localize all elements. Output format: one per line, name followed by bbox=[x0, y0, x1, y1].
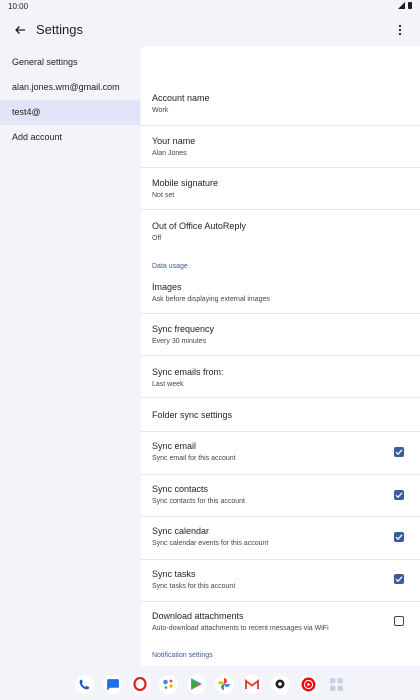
pref-title: Sync calendar bbox=[152, 526, 210, 536]
pref-title: Download attachments bbox=[152, 611, 244, 621]
assistant-app-icon[interactable] bbox=[158, 674, 178, 694]
photos-app-icon[interactable] bbox=[214, 674, 234, 694]
pref-title: Sync emails from: bbox=[152, 367, 224, 377]
nav-add-account[interactable]: Add account bbox=[0, 125, 140, 150]
pref-title: Mobile signature bbox=[152, 178, 219, 188]
more-vert-icon bbox=[398, 24, 402, 36]
pref-title: Folder sync settings bbox=[152, 410, 233, 420]
pref-title: Out of Office AutoReply bbox=[152, 221, 246, 231]
back-button[interactable] bbox=[8, 18, 32, 42]
check-icon bbox=[395, 492, 403, 499]
arrow-back-icon bbox=[15, 26, 25, 34]
pref-value: Alan Jones bbox=[152, 150, 187, 157]
pref-value: Sync tasks for this account bbox=[152, 583, 236, 590]
pref-value: Not set bbox=[152, 192, 175, 199]
nav-account-test4[interactable]: test4@ bbox=[0, 100, 140, 125]
dock bbox=[0, 668, 420, 700]
pref-value: Last week bbox=[152, 381, 184, 388]
youtube-music-app-icon[interactable] bbox=[298, 674, 318, 694]
messages-app-icon[interactable] bbox=[102, 674, 122, 694]
check-icon bbox=[395, 576, 403, 583]
section-notification-settings: Notification settings bbox=[152, 652, 213, 659]
pref-sync-frequency[interactable]: Sync frequency Every 30 minutes bbox=[141, 314, 420, 356]
sync-email-checkbox[interactable] bbox=[394, 447, 404, 457]
pref-sync-emails-from[interactable]: Sync emails from: Last week bbox=[141, 356, 420, 398]
sync-tasks-checkbox[interactable] bbox=[394, 574, 404, 584]
signal-icon bbox=[398, 2, 405, 9]
page-title: Settings bbox=[36, 22, 83, 37]
pref-title: Sync contacts bbox=[152, 484, 209, 494]
pref-sync-tasks[interactable]: Sync tasks Sync tasks for this account bbox=[141, 560, 420, 602]
phone-app-icon[interactable] bbox=[74, 674, 94, 694]
pref-sync-contacts[interactable]: Sync contacts Sync contacts for this acc… bbox=[141, 475, 420, 517]
pref-value: Sync email for this account bbox=[152, 455, 236, 462]
status-time: 10:00 bbox=[8, 2, 29, 11]
status-icons bbox=[398, 2, 412, 9]
pref-sync-email[interactable]: Sync email Sync email for this account bbox=[141, 432, 420, 475]
sync-contacts-checkbox[interactable] bbox=[394, 490, 404, 500]
pref-title: Sync tasks bbox=[152, 569, 196, 579]
pref-mobile-signature[interactable]: Mobile signature Not set bbox=[141, 168, 420, 210]
gmail-app-icon[interactable] bbox=[242, 674, 262, 694]
pref-title: Sync frequency bbox=[152, 324, 215, 334]
nav-general-settings[interactable]: General settings bbox=[0, 50, 140, 75]
pref-value: Ask before displaying external images bbox=[152, 296, 270, 303]
sync-calendar-checkbox[interactable] bbox=[394, 532, 404, 542]
section-data-usage: Data usage bbox=[152, 263, 188, 270]
pref-out-of-office[interactable]: Out of Office AutoReply Off bbox=[141, 210, 420, 252]
app-drawer-icon[interactable] bbox=[327, 675, 346, 694]
opera-app-icon[interactable] bbox=[130, 674, 150, 694]
account-nav: General settings alan.jones.wm@gmail.com… bbox=[0, 48, 140, 666]
pref-title: Images bbox=[152, 282, 182, 292]
pref-account-name[interactable]: Account name Work bbox=[141, 84, 420, 126]
pref-folder-sync[interactable]: Folder sync settings bbox=[141, 398, 420, 432]
status-bar: 10:00 bbox=[0, 0, 420, 14]
more-options-button[interactable] bbox=[388, 18, 412, 42]
pref-value: Sync calendar events for this account bbox=[152, 540, 269, 547]
pref-value: Work bbox=[152, 107, 169, 114]
pref-value: Every 30 minutes bbox=[152, 338, 207, 345]
pref-value: Off bbox=[152, 235, 162, 242]
play-store-app-icon[interactable] bbox=[186, 674, 206, 694]
account-settings-pane: Account name Work Your name Alan Jones M… bbox=[141, 46, 420, 666]
pref-title: Sync email bbox=[152, 441, 197, 451]
pref-value: Sync contacts for this account bbox=[152, 498, 245, 505]
pref-images[interactable]: Images Ask before displaying external im… bbox=[141, 273, 420, 314]
check-icon bbox=[395, 449, 403, 456]
pref-sync-calendar[interactable]: Sync calendar Sync calendar events for t… bbox=[141, 517, 420, 560]
pref-value: Auto-download attachments to recent mess… bbox=[152, 625, 329, 632]
pref-your-name[interactable]: Your name Alan Jones bbox=[141, 126, 420, 168]
pref-title: Account name bbox=[152, 93, 210, 103]
download-attachments-checkbox[interactable] bbox=[394, 616, 404, 626]
settings-app-icon[interactable] bbox=[270, 674, 290, 694]
pref-title: Your name bbox=[152, 136, 196, 146]
check-icon bbox=[395, 534, 403, 541]
nav-account-alan[interactable]: alan.jones.wm@gmail.com bbox=[0, 75, 140, 100]
battery-icon bbox=[408, 2, 412, 9]
app-bar: Settings bbox=[0, 14, 420, 46]
pref-download-attachments[interactable]: Download attachments Auto-download attac… bbox=[141, 602, 420, 646]
